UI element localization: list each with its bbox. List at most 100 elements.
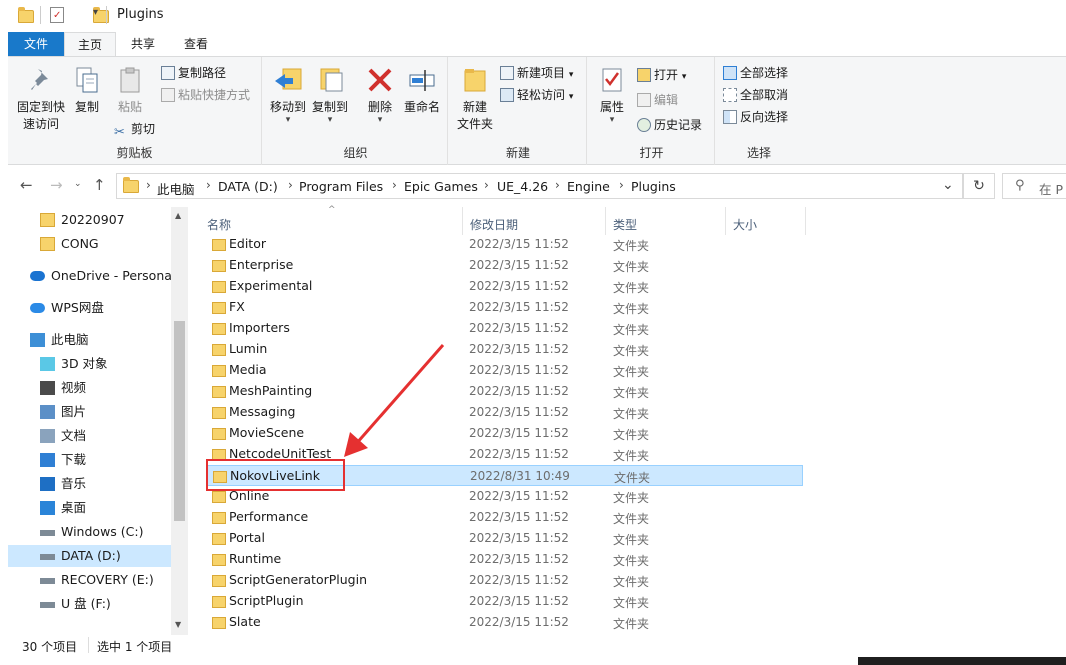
paste-button[interactable]: 粘贴 xyxy=(112,65,148,116)
paste-shortcut-button[interactable]: 粘贴快捷方式 xyxy=(161,86,250,104)
history-button[interactable]: 历史记录 xyxy=(637,116,702,134)
properties-icon[interactable]: ✓ xyxy=(50,7,64,23)
file-row[interactable]: Messaging 2022/3/15 11:52 文件夹 xyxy=(206,402,803,423)
file-row[interactable]: ScriptPlugin 2022/3/15 11:52 文件夹 xyxy=(206,591,803,612)
nav-item[interactable]: RECOVERY (E:) xyxy=(8,569,171,591)
wps-cloud-icon xyxy=(30,303,45,313)
file-row[interactable]: ScriptGeneratorPlugin 2022/3/15 11:52 文件夹 xyxy=(206,570,803,591)
invert-selection-button[interactable]: 反向选择 xyxy=(723,108,788,126)
column-divider[interactable] xyxy=(725,207,726,235)
delete-button[interactable]: 删除 ▾ xyxy=(364,65,396,125)
forward-arrow-icon[interactable]: → xyxy=(50,176,63,194)
breadcrumb-engine[interactable]: Engine xyxy=(567,179,610,194)
easy-access-button[interactable]: 轻松访问 ▾ xyxy=(500,86,573,106)
scroll-up-icon[interactable]: ▲ xyxy=(175,211,181,220)
breadcrumb-this-pc[interactable]: 此电脑 xyxy=(157,179,195,198)
column-header-name[interactable]: 名称 xyxy=(207,216,231,233)
copy-path-button[interactable]: 复制路径 xyxy=(161,64,226,82)
column-header-modified[interactable]: 修改日期 xyxy=(470,216,518,233)
nav-item[interactable]: CONG xyxy=(8,233,171,255)
edit-button[interactable]: 编辑 xyxy=(637,91,678,109)
tab-file[interactable]: 文件 xyxy=(8,32,64,56)
search-box[interactable]: ⚲ 在 P xyxy=(1002,173,1066,199)
breadcrumb-ue-4-26[interactable]: UE_4.26 xyxy=(497,179,548,194)
nav-item[interactable]: U 盘 (F:) xyxy=(8,593,171,615)
file-row[interactable]: Media 2022/3/15 11:52 文件夹 xyxy=(206,360,803,381)
breadcrumb-epic-games[interactable]: Epic Games xyxy=(404,179,478,194)
nav-item[interactable]: 此电脑 xyxy=(8,329,171,351)
breadcrumb-separator[interactable]: › xyxy=(484,178,489,192)
properties-button[interactable]: 属性 ▾ xyxy=(593,65,631,125)
file-row[interactable]: Experimental 2022/3/15 11:52 文件夹 xyxy=(206,276,803,297)
nav-item[interactable]: 下载 xyxy=(8,449,171,471)
easy-access-icon xyxy=(500,88,514,102)
new-folder-button[interactable]: 新建 文件夹 xyxy=(454,65,496,133)
copy-to-button[interactable]: 复制到 ▾ xyxy=(310,65,350,125)
sort-ascending-icon: ^ xyxy=(328,205,336,215)
nav-pane-scroll-thumb[interactable] xyxy=(174,321,185,521)
file-row[interactable]: Portal 2022/3/15 11:52 文件夹 xyxy=(206,528,803,549)
move-to-button[interactable]: 移动到 ▾ xyxy=(268,65,308,125)
paste-shortcut-icon xyxy=(161,88,175,102)
select-none-button[interactable]: 全部取消 xyxy=(723,86,788,104)
customize-toolbar-icon[interactable]: ▾ xyxy=(93,7,98,18)
file-row[interactable]: Enterprise 2022/3/15 11:52 文件夹 xyxy=(206,255,803,276)
nav-item[interactable]: 图片 xyxy=(8,401,171,423)
refresh-button[interactable]: ↻ xyxy=(963,173,995,199)
address-bar[interactable]: › 此电脑 › DATA (D:) › Program Files › Epic… xyxy=(116,173,963,199)
column-divider[interactable] xyxy=(805,207,806,235)
pin-to-quick-access-button[interactable]: 固定到快 速访问 xyxy=(14,65,68,133)
copy-button[interactable]: 复制 xyxy=(70,65,104,116)
breadcrumb-program-files[interactable]: Program Files xyxy=(299,179,383,194)
annotation-highlight-box xyxy=(206,459,345,491)
column-header-size[interactable]: 大小 xyxy=(733,216,757,233)
breadcrumb-separator[interactable]: › xyxy=(392,178,397,192)
file-row[interactable]: Slate 2022/3/15 11:52 文件夹 xyxy=(206,612,803,633)
nav-item[interactable]: 3D 对象 xyxy=(8,353,171,375)
divider xyxy=(40,6,41,24)
file-row[interactable]: Runtime 2022/3/15 11:52 文件夹 xyxy=(206,549,803,570)
open-button[interactable]: 打开 ▾ xyxy=(637,66,686,86)
tab-share[interactable]: 共享 xyxy=(118,32,168,56)
column-header-type[interactable]: 类型 xyxy=(613,216,637,233)
breadcrumb-plugins[interactable]: Plugins xyxy=(631,179,676,194)
file-row[interactable]: Lumin 2022/3/15 11:52 文件夹 xyxy=(206,339,803,360)
breadcrumb-separator[interactable]: › xyxy=(146,178,151,192)
breadcrumb-separator[interactable]: › xyxy=(288,178,293,192)
breadcrumb-separator[interactable]: › xyxy=(206,178,211,192)
file-row[interactable]: Performance 2022/3/15 11:52 文件夹 xyxy=(206,507,803,528)
nav-item[interactable]: 文档 xyxy=(8,425,171,447)
nav-item[interactable]: 视频 xyxy=(8,377,171,399)
scroll-down-icon[interactable]: ▼ xyxy=(175,620,181,629)
cut-button[interactable]: ✂ 剪切 xyxy=(114,120,155,140)
back-arrow-icon[interactable]: ← xyxy=(20,176,33,194)
file-type: 文件夹 xyxy=(613,449,650,463)
nav-pane-scrollbar[interactable]: ▲ ▼ xyxy=(171,207,188,635)
tab-home[interactable]: 主页 xyxy=(64,32,117,57)
address-dropdown-chevron-icon[interactable]: ⌄ xyxy=(942,177,954,193)
breadcrumb-data-drive[interactable]: DATA (D:) xyxy=(218,179,278,194)
column-divider[interactable] xyxy=(462,207,463,235)
breadcrumb-separator[interactable]: › xyxy=(555,178,560,192)
new-item-button[interactable]: 新建项目 ▾ xyxy=(500,64,573,84)
file-row[interactable]: MeshPainting 2022/3/15 11:52 文件夹 xyxy=(206,381,803,402)
tab-view[interactable]: 查看 xyxy=(171,32,221,56)
nav-item[interactable]: DATA (D:) xyxy=(8,545,171,567)
file-row[interactable]: FX 2022/3/15 11:52 文件夹 xyxy=(206,297,803,318)
file-row[interactable]: MovieScene 2022/3/15 11:52 文件夹 xyxy=(206,423,803,444)
nav-item[interactable]: 桌面 xyxy=(8,497,171,519)
column-divider[interactable] xyxy=(605,207,606,235)
breadcrumb-separator[interactable]: › xyxy=(619,178,624,192)
file-row[interactable]: Importers 2022/3/15 11:52 文件夹 xyxy=(206,318,803,339)
file-type: 文件夹 xyxy=(613,407,650,421)
nav-item[interactable]: WPS网盘 xyxy=(8,297,171,319)
nav-item[interactable]: 20220907 xyxy=(8,209,171,231)
nav-item[interactable]: OneDrive - Personal xyxy=(8,265,175,287)
up-arrow-icon[interactable]: ↑ xyxy=(93,176,106,194)
recent-locations-chevron-icon[interactable]: ⌄ xyxy=(74,179,82,189)
file-row[interactable]: Editor 2022/3/15 11:52 文件夹 xyxy=(206,234,803,255)
nav-item[interactable]: 音乐 xyxy=(8,473,171,495)
nav-item[interactable]: Windows (C:) xyxy=(8,521,171,543)
rename-button[interactable]: 重命名 xyxy=(402,65,442,116)
select-all-button[interactable]: 全部选择 xyxy=(723,64,788,82)
